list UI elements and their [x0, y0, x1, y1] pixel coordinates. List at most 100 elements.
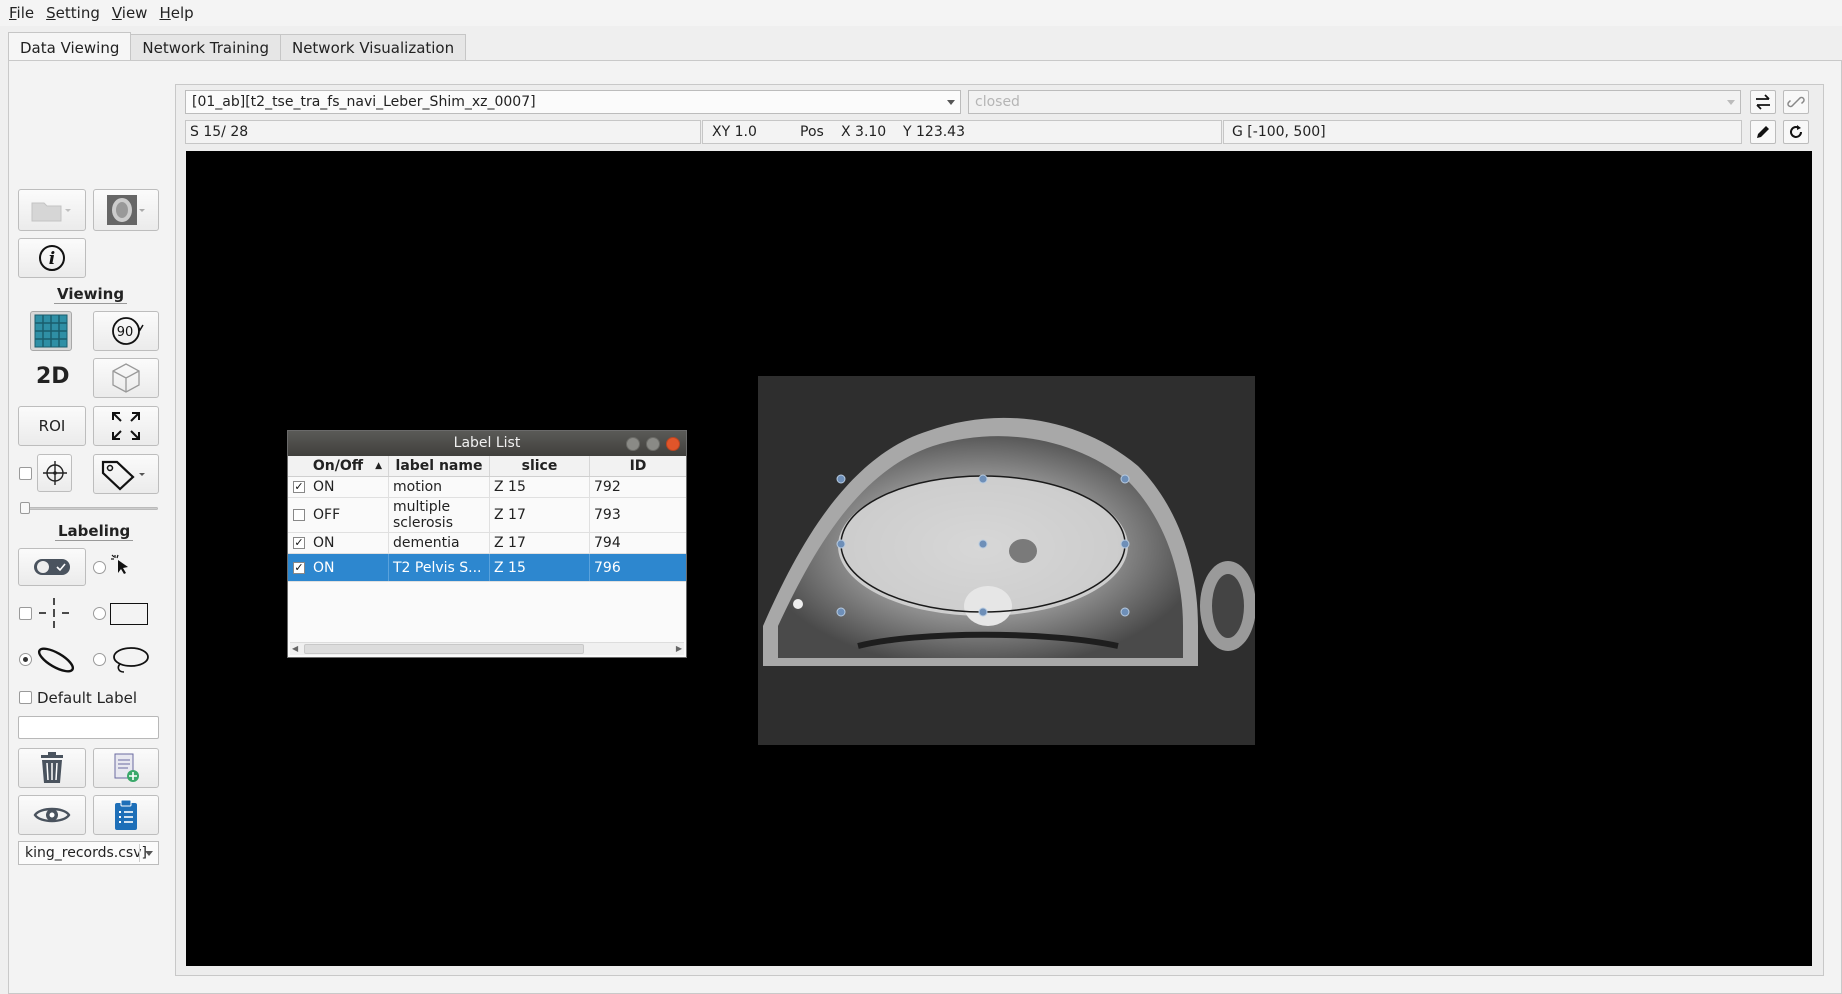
minimize-icon[interactable]	[626, 437, 640, 451]
opacity-slider[interactable]	[20, 502, 158, 514]
tag-icon	[101, 460, 145, 491]
rotate-90-button[interactable]: 90	[93, 311, 159, 351]
col-slice[interactable]: slice	[490, 456, 590, 476]
swap-icon	[1756, 94, 1770, 110]
row-checkbox[interactable]: ✓	[293, 537, 305, 549]
clipboard-button[interactable]	[93, 795, 159, 835]
roi-button[interactable]: ROI	[18, 406, 86, 446]
tab-network-visualization[interactable]: Network Visualization	[279, 34, 467, 61]
chevron-down-icon	[947, 100, 955, 105]
state-select: closed	[968, 90, 1741, 114]
table-row[interactable]: ✓ ON dementia Z 17 794	[288, 533, 686, 554]
row-label-name: multiple sclerosis	[389, 498, 490, 532]
swap-button[interactable]	[1750, 90, 1776, 114]
open-folder-button[interactable]	[18, 189, 86, 231]
records-file-select[interactable]: king_records.csv]	[18, 841, 159, 865]
eye-icon	[33, 807, 71, 823]
rectangle-icon[interactable]	[110, 603, 148, 625]
crosshair-button[interactable]	[37, 454, 72, 492]
label-list-dialog: Label List On/Off ▲ label name slice ID ✓…	[287, 430, 687, 658]
row-slice: Z 15	[490, 554, 590, 581]
pos-y-value: Y 123.43	[903, 124, 965, 140]
menu-file[interactable]: File	[9, 4, 34, 22]
row-checkbox[interactable]: ✓	[293, 481, 305, 493]
scroll-left-icon[interactable]: ◀	[292, 644, 298, 653]
rotate-90-label: 90	[117, 325, 134, 340]
chevron-down-icon	[1727, 100, 1735, 105]
menu-setting[interactable]: Setting	[46, 4, 100, 22]
visibility-button[interactable]	[18, 795, 86, 835]
lasso-tool-radio[interactable]	[93, 653, 106, 666]
menu-view[interactable]: View	[112, 4, 148, 22]
slider-handle[interactable]	[20, 502, 30, 514]
delete-button[interactable]	[18, 748, 86, 788]
slice-indicator: S 15/ 28	[185, 120, 701, 144]
dialog-titlebar[interactable]: Label List	[288, 431, 686, 456]
tab-network-training[interactable]: Network Training	[130, 34, 281, 61]
row-id: 796	[594, 559, 621, 576]
crosshair-checkbox[interactable]	[19, 467, 32, 480]
trash-icon	[41, 752, 63, 783]
lasso-icon[interactable]	[110, 645, 150, 679]
row-id: 794	[594, 535, 621, 551]
mode-2d-label[interactable]: 2D	[36, 364, 70, 389]
maximize-icon[interactable]	[646, 437, 660, 451]
scrollbar-thumb[interactable]	[304, 644, 584, 654]
label-tag-button[interactable]	[93, 454, 159, 494]
crosshair-icon	[42, 461, 67, 485]
table-row[interactable]: ✓ ON motion Z 15 792	[288, 477, 686, 498]
default-label-input[interactable]	[18, 716, 159, 739]
viewing-section-label: Viewing	[54, 285, 128, 304]
scroll-right-icon[interactable]: ▶	[676, 644, 682, 653]
expand-icon	[112, 412, 140, 440]
dialog-title: Label List	[453, 435, 521, 451]
clipboard-icon	[115, 799, 137, 830]
fullscreen-button[interactable]	[93, 406, 159, 446]
default-label-checkbox[interactable]	[19, 691, 32, 704]
mri-slice-image	[758, 376, 1255, 745]
menu-help[interactable]: Help	[159, 4, 193, 22]
link-button[interactable]	[1783, 90, 1809, 114]
sequence-select[interactable]: [01_ab][t2_tse_tra_fs_navi_Leber_Shim_xz…	[185, 90, 961, 114]
row-slice: Z 15	[490, 477, 590, 497]
cube-icon	[112, 363, 140, 393]
grid-icon	[34, 314, 68, 348]
select-tool-radio[interactable]	[93, 561, 106, 574]
folder-icon	[31, 202, 71, 222]
select-pointer-icon[interactable]	[110, 553, 134, 581]
col-onoff[interactable]: On/Off ▲	[288, 456, 389, 476]
grid-view-button[interactable]	[30, 311, 72, 351]
row-checkbox[interactable]	[293, 509, 305, 521]
add-document-button[interactable]	[93, 748, 159, 788]
label-toggle-button[interactable]	[18, 548, 86, 586]
row-label-name: dementia	[389, 533, 490, 553]
main-tabs: Data Viewing Network Training Network Vi…	[8, 32, 467, 61]
svg-text:i: i	[49, 249, 55, 269]
scan-image-button[interactable]	[93, 189, 159, 231]
pos-x-value: X 3.10	[841, 124, 887, 140]
close-icon[interactable]	[666, 437, 680, 451]
toggle-icon	[34, 559, 70, 575]
row-id: 793	[594, 507, 621, 523]
row-checkbox[interactable]: ✓	[293, 561, 305, 574]
position-readout: XY 1.0 Pos X 3.10 Y 123.43	[702, 120, 1222, 144]
table-row[interactable]: OFF multiple sclerosis Z 17 793	[288, 498, 686, 533]
table-row-selected[interactable]: ✓ ON T2 Pelvis S... Z 15 796	[288, 554, 686, 582]
horizontal-scrollbar[interactable]: ◀ ▶	[290, 642, 684, 655]
records-file-value: king_records.csv]	[25, 845, 147, 861]
ellipse-tool-radio[interactable]	[19, 653, 32, 666]
point-tool-checkbox[interactable]	[19, 607, 32, 620]
edit-button[interactable]	[1750, 120, 1776, 144]
col-label-name[interactable]: label name	[389, 456, 490, 476]
col-id[interactable]: ID	[590, 456, 686, 476]
info-icon: i	[39, 245, 65, 271]
3d-view-button[interactable]	[93, 358, 159, 398]
point-tool-icon[interactable]	[37, 596, 71, 634]
rectangle-tool-radio[interactable]	[93, 607, 106, 620]
tab-data-viewing[interactable]: Data Viewing	[8, 32, 132, 61]
state-value: closed	[975, 94, 1020, 110]
row-label-name: motion	[389, 477, 490, 497]
info-button[interactable]: i	[18, 238, 86, 278]
refresh-button[interactable]	[1783, 120, 1809, 144]
ellipse-tool-icon[interactable]	[37, 645, 75, 679]
